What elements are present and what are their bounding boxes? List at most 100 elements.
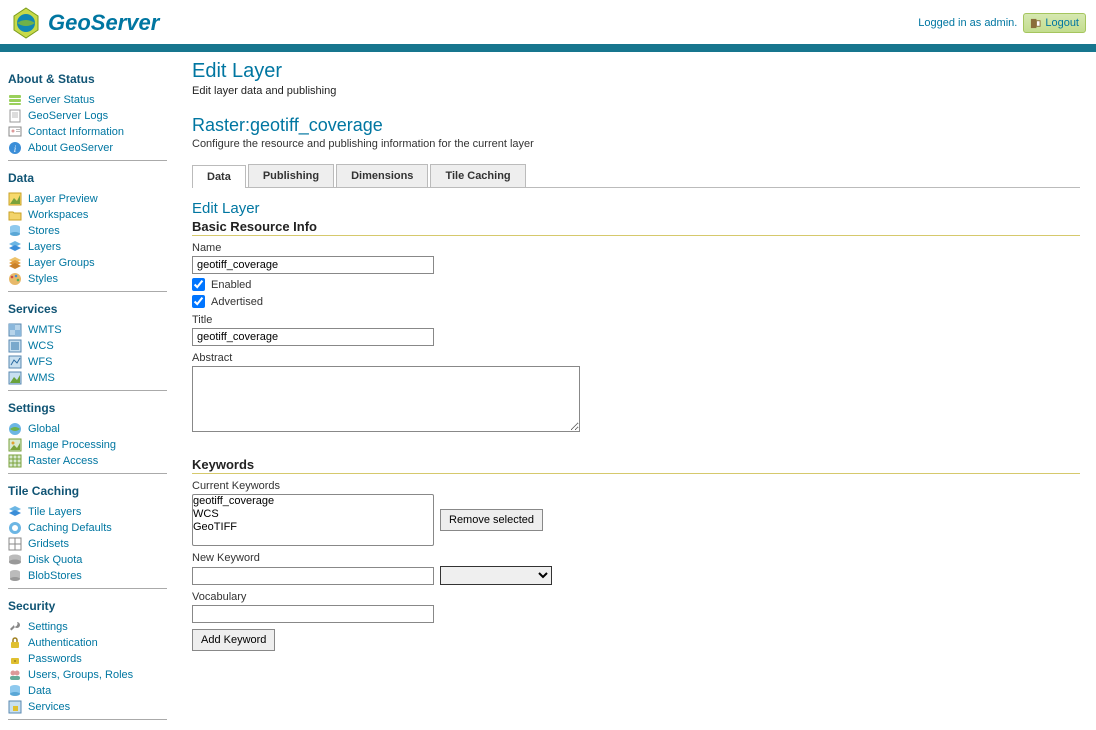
preview-icon	[8, 192, 22, 206]
sidebar-item-wfs[interactable]: WFS	[8, 354, 167, 370]
tab-publishing[interactable]: Publishing	[248, 164, 334, 187]
sidebar-item-caching-defaults[interactable]: Caching Defaults	[8, 520, 167, 536]
sidebar-item-layer-groups[interactable]: Layer Groups	[8, 255, 167, 271]
page-subtitle: Edit layer data and publishing	[192, 85, 1080, 97]
sidebar-item-sec-data[interactable]: Data	[8, 683, 167, 699]
brand-text: GeoServer	[48, 10, 159, 36]
sidebar-item-layer-preview[interactable]: Layer Preview	[8, 191, 167, 207]
server-icon	[8, 93, 22, 107]
sidebar-item-authentication[interactable]: Authentication	[8, 635, 167, 651]
logout-button[interactable]: Logout	[1023, 13, 1086, 33]
users-icon	[8, 668, 22, 682]
remove-selected-button[interactable]: Remove selected	[440, 509, 543, 531]
sidebar-item-wms[interactable]: WMS	[8, 370, 167, 386]
sidebar-item-tile-layers[interactable]: Tile Layers	[8, 504, 167, 520]
keyword-option[interactable]: GeoTIFF	[193, 521, 433, 534]
key-icon	[8, 652, 22, 666]
sidebar-item-global[interactable]: Global	[8, 421, 167, 437]
section-heading: Edit Layer	[192, 200, 1080, 217]
advertised-label: Advertised	[211, 296, 263, 308]
login-area: Logged in as admin. Logout	[918, 13, 1086, 33]
vocabulary-input[interactable]	[192, 605, 434, 623]
logged-in-text: Logged in as admin.	[918, 17, 1017, 29]
sidebar-item-server-status[interactable]: Server Status	[8, 92, 167, 108]
resource-desc: Configure the resource and publishing in…	[192, 138, 1080, 150]
layers-icon	[8, 240, 22, 254]
teal-strip	[0, 44, 1096, 52]
wcs-icon	[8, 339, 22, 353]
sidebar-item-about[interactable]: iAbout GeoServer	[8, 140, 167, 156]
keyword-option[interactable]: WCS	[193, 508, 433, 521]
sidebar-item-styles[interactable]: Styles	[8, 271, 167, 287]
enabled-checkbox[interactable]	[192, 278, 205, 291]
tab-dimensions[interactable]: Dimensions	[336, 164, 428, 187]
sidebar-item-gridsets[interactable]: Gridsets	[8, 536, 167, 552]
sidebar-item-users[interactable]: Users, Groups, Roles	[8, 667, 167, 683]
sidebar-item-workspaces[interactable]: Workspaces	[8, 207, 167, 223]
globe-icon	[8, 422, 22, 436]
language-select[interactable]	[440, 566, 552, 585]
title-input[interactable]	[192, 328, 434, 346]
sidebar-heading-tile: Tile Caching	[8, 484, 167, 500]
title-label: Title	[192, 314, 1080, 326]
tab-tile-caching[interactable]: Tile Caching	[430, 164, 525, 187]
caching-defaults-icon	[8, 521, 22, 535]
sidebar-item-sec-settings[interactable]: Settings	[8, 619, 167, 635]
sidebar-heading-data: Data	[8, 171, 167, 187]
grid-icon	[8, 537, 22, 551]
keywords-select[interactable]: geotiff_coverage WCS GeoTIFF	[192, 494, 434, 546]
folder-icon	[8, 208, 22, 222]
new-keyword-input[interactable]	[192, 567, 434, 585]
sidebar-heading-settings: Settings	[8, 401, 167, 417]
sidebar-item-wcs[interactable]: WCS	[8, 338, 167, 354]
tabs: Data Publishing Dimensions Tile Caching	[192, 164, 1080, 188]
log-icon	[8, 109, 22, 123]
tab-data[interactable]: Data	[192, 165, 246, 188]
name-input[interactable]	[192, 256, 434, 274]
raster-icon	[8, 454, 22, 468]
enabled-label: Enabled	[211, 279, 251, 291]
wfs-icon	[8, 355, 22, 369]
sidebar-item-sec-services[interactable]: Services	[8, 699, 167, 715]
page-title: Edit Layer	[192, 60, 1080, 83]
abstract-label: Abstract	[192, 352, 1080, 364]
abstract-textarea[interactable]	[192, 366, 580, 432]
sidebar-heading-about: About & Status	[8, 72, 167, 88]
sidebar: About & Status Server Status GeoServer L…	[0, 52, 176, 730]
current-keywords-label: Current Keywords	[192, 480, 1080, 492]
sidebar-item-logs[interactable]: GeoServer Logs	[8, 108, 167, 124]
services-lock-icon	[8, 700, 22, 714]
sidebar-item-raster-access[interactable]: Raster Access	[8, 453, 167, 469]
sidebar-item-image-processing[interactable]: Image Processing	[8, 437, 167, 453]
sidebar-item-blobstores[interactable]: BlobStores	[8, 568, 167, 584]
sidebar-item-disk-quota[interactable]: Disk Quota	[8, 552, 167, 568]
logo[interactable]: GeoServer	[10, 7, 159, 39]
stores-icon	[8, 224, 22, 238]
geoserver-icon	[10, 7, 42, 39]
blobstore-icon	[8, 569, 22, 583]
vocabulary-label: Vocabulary	[192, 591, 1080, 603]
sidebar-item-wmts[interactable]: WMTS	[8, 322, 167, 338]
new-keyword-label: New Keyword	[192, 552, 1080, 564]
tile-layers-icon	[8, 505, 22, 519]
basic-info-heading: Basic Resource Info	[192, 219, 1080, 236]
sidebar-item-stores[interactable]: Stores	[8, 223, 167, 239]
image-proc-icon	[8, 438, 22, 452]
wrench-icon	[8, 620, 22, 634]
sidebar-item-passwords[interactable]: Passwords	[8, 651, 167, 667]
sidebar-heading-security: Security	[8, 599, 167, 615]
contact-icon	[8, 125, 22, 139]
disk-icon	[8, 553, 22, 567]
sidebar-item-layers[interactable]: Layers	[8, 239, 167, 255]
layer-groups-icon	[8, 256, 22, 270]
data-lock-icon	[8, 684, 22, 698]
sidebar-heading-services: Services	[8, 302, 167, 318]
resource-title: Raster:geotiff_coverage	[192, 115, 1080, 136]
keywords-heading: Keywords	[192, 457, 1080, 474]
name-label: Name	[192, 242, 1080, 254]
wms-icon	[8, 371, 22, 385]
sidebar-item-contact[interactable]: Contact Information	[8, 124, 167, 140]
wmts-icon	[8, 323, 22, 337]
keyword-option[interactable]: geotiff_coverage	[193, 495, 433, 508]
advertised-checkbox[interactable]	[192, 295, 205, 308]
